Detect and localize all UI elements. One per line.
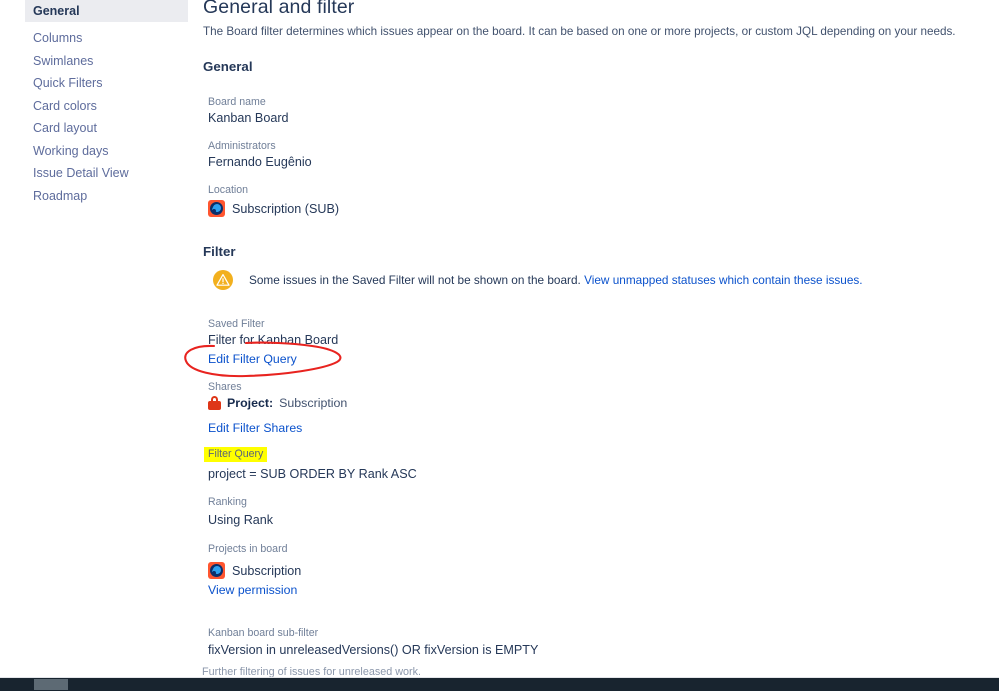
shares-project-name: Subscription (279, 396, 348, 410)
ranking-label: Ranking (208, 496, 247, 508)
project-avatar-icon (208, 200, 225, 217)
edit-filter-query-link[interactable]: Edit Filter Query (208, 352, 297, 366)
view-permission-link[interactable]: View permission (208, 583, 297, 597)
filter-query-value: project = SUB ORDER BY Rank ASC (208, 467, 417, 481)
section-heading-filter: Filter (203, 244, 236, 259)
page-description: The Board filter determines which issues… (203, 25, 956, 38)
filter-warning-message: Some issues in the Saved Filter will not… (249, 273, 585, 287)
warning-icon (213, 270, 233, 290)
projects-in-board-value-row[interactable]: Subscription (208, 562, 301, 579)
filter-warning-text: Some issues in the Saved Filter will not… (249, 273, 863, 287)
administrators-value: Fernando Eugênio (208, 155, 312, 169)
edit-filter-shares-link[interactable]: Edit Filter Shares (208, 421, 302, 435)
ranking-value: Using Rank (208, 513, 274, 527)
project-avatar-icon (208, 562, 225, 579)
lock-icon (208, 396, 221, 410)
filter-query-label: Filter Query (204, 447, 268, 462)
location-label: Location (208, 184, 249, 196)
shares-scope: Project: (227, 396, 274, 410)
administrators-label: Administrators (208, 140, 276, 152)
scrollbar-thumb[interactable] (34, 679, 68, 690)
projects-in-board-label: Projects in board (208, 543, 288, 555)
saved-filter-value: Filter for Kanban Board (208, 333, 339, 347)
location-value-row[interactable]: Subscription (SUB) (208, 200, 339, 217)
location-value: Subscription (SUB) (232, 201, 340, 216)
board-name-value: Kanban Board (208, 111, 289, 125)
view-unmapped-statuses-link[interactable]: View unmapped statuses which contain the… (584, 273, 862, 287)
section-heading-general: General (203, 59, 253, 74)
sub-filter-label: Kanban board sub-filter (208, 627, 319, 639)
shares-label: Shares (208, 381, 242, 393)
sub-filter-value: fixVersion in unreleasedVersions() OR fi… (208, 643, 539, 657)
board-name-label: Board name (208, 96, 266, 108)
shares-value-row: Project: Subscription (208, 396, 347, 410)
page-title: General and filter (203, 0, 355, 18)
projects-in-board-value: Subscription (232, 563, 302, 578)
main-content: General and filter The Board filter dete… (0, 0, 999, 691)
horizontal-scrollbar[interactable] (0, 678, 999, 691)
saved-filter-label: Saved Filter (208, 318, 265, 330)
